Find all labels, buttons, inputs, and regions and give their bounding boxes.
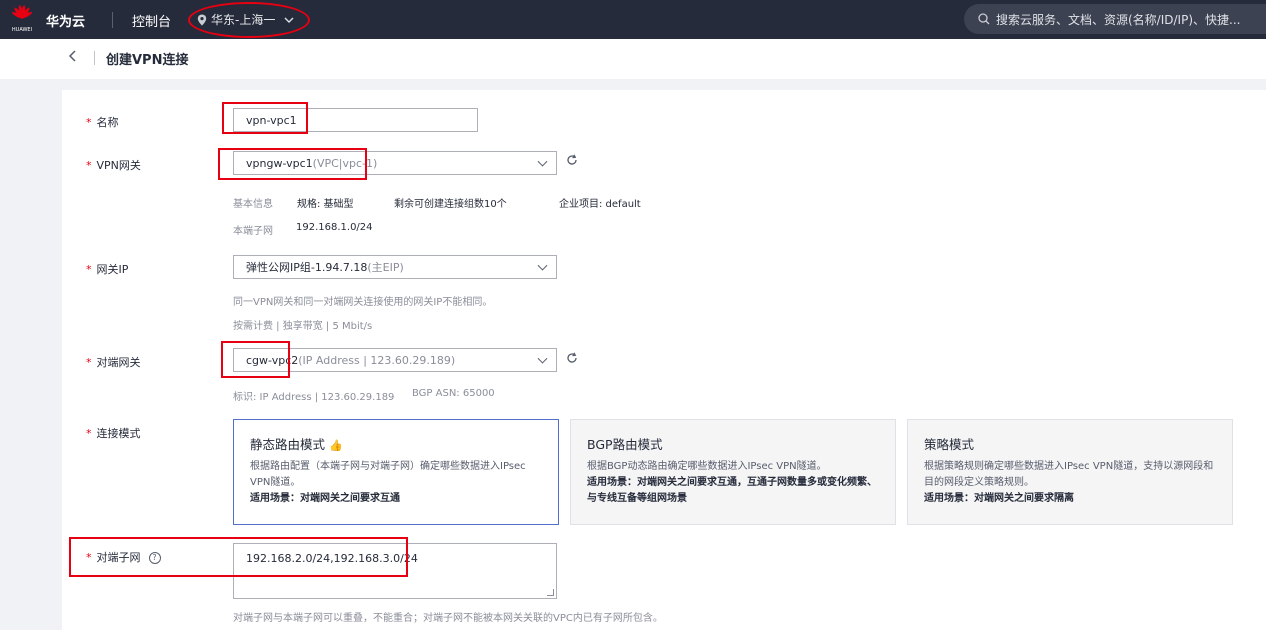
card-scenario: 适用场景：对端网关之间要求互通 [250, 493, 400, 504]
logo-text: HUAWEI [11, 27, 33, 33]
connection-mode-label: * 连接模式 [86, 427, 141, 440]
refresh-icon[interactable] [566, 352, 578, 368]
huawei-petals-icon [11, 5, 33, 19]
gateway-ip-label: * 网关IP [86, 263, 129, 276]
divider [112, 12, 113, 28]
page-title: 创建VPN连接 [106, 53, 189, 68]
gateway-ip-hint: 同一VPN网关和同一对端网关连接使用的网关IP不能相同。 [233, 297, 493, 308]
peer-identifier: 标识: IP Address | 123.60.29.189 [233, 392, 395, 403]
card-scenario: 适用场景：对端网关之间要求互通，互通子网数量多或变化频繁、与专线互备等组网场景 [587, 477, 877, 504]
card-title: 静态路由模式 👍 [250, 437, 343, 452]
name-label: * 名称 [86, 116, 119, 129]
annotation-box-name [222, 102, 308, 134]
top-navigation-bar: HUAWEI 华为云 控制台 华东-上海一 搜索云服务、文档、资源(名称/ID/… [0, 0, 1266, 39]
search-placeholder: 搜索云服务、文档、资源(名称/ID/IP)、快捷... [996, 12, 1241, 27]
peer-gateway-label: * 对端网关 [86, 356, 141, 369]
thumbs-up-icon: 👍 [329, 439, 343, 452]
chevron-down-icon [537, 156, 548, 167]
global-search-input[interactable]: 搜索云服务、文档、资源(名称/ID/IP)、快捷... [964, 4, 1266, 34]
chevron-down-icon [537, 353, 548, 364]
search-icon [978, 13, 990, 25]
gateway-ip-suffix: (主EIP) [367, 261, 404, 274]
spec-value: 规格: 基础型 [297, 199, 354, 210]
local-subnet-label: 本端子网 [233, 226, 273, 237]
remaining-connections: 剩余可创建连接组数10个 [394, 199, 507, 210]
gateway-ip-value: 弹性公网IP组-1.94.7.18 [246, 261, 368, 274]
enterprise-project: 企业项目: default [559, 199, 641, 210]
card-scenario: 适用场景：对端网关之间要求隔离 [924, 493, 1074, 504]
card-description: 根据策略规则确定哪些数据进入IPsec VPN隧道，支持以源网段和目的网段定义策… [924, 461, 1214, 488]
huawei-logo[interactable]: HUAWEI [8, 4, 36, 35]
annotation-region-oval [188, 2, 310, 38]
vpn-gateway-label: * VPN网关 [86, 159, 141, 172]
local-subnet-value: 192.168.1.0/24 [296, 222, 373, 233]
back-icon[interactable] [68, 49, 78, 67]
mode-card-static[interactable]: 静态路由模式 👍 根据路由配置（本端子网与对端子网）确定哪些数据进入IPsec V… [233, 419, 559, 525]
card-description: 根据BGP动态路由确定哪些数据进入IPsec VPN隧道。 [587, 461, 827, 472]
card-title: BGP路由模式 [587, 437, 663, 452]
resize-handle-icon[interactable] [547, 589, 554, 596]
brand-name[interactable]: 华为云 [46, 11, 85, 30]
card-description: 根据路由配置（本端子网与对端子网）确定哪些数据进入IPsec VPN隧道。 [250, 461, 526, 488]
page-header: 创建VPN连接 [0, 39, 1266, 79]
chevron-down-icon [537, 260, 548, 271]
divider [94, 51, 95, 65]
annotation-box-vpn-gateway [218, 148, 367, 180]
refresh-icon[interactable] [566, 154, 578, 170]
basic-info-label: 基本信息 [233, 199, 273, 210]
card-title: 策略模式 [924, 437, 975, 452]
gateway-ip-select[interactable]: 弹性公网IP组-1.94.7.18 (主EIP) [233, 255, 557, 279]
console-link[interactable]: 控制台 [132, 11, 171, 30]
peer-subnet-hint: 对端子网与本端子网可以重叠，不能重合；对端子网不能被本网关关联的VPC内已有子网… [233, 613, 663, 624]
billing-info: 按需计费 | 独享带宽 | 5 Mbit/s [233, 321, 373, 332]
mode-card-policy[interactable]: 策略模式 根据策略规则确定哪些数据进入IPsec VPN隧道，支持以源网段和目的… [907, 419, 1233, 525]
mode-card-bgp[interactable]: BGP路由模式 根据BGP动态路由确定哪些数据进入IPsec VPN隧道。 适用… [570, 419, 896, 525]
bgp-asn: BGP ASN: 65000 [412, 388, 495, 399]
annotation-box-peer-gateway [221, 341, 290, 378]
peer-gateway-suffix: (IP Address | 123.60.29.189) [298, 353, 456, 367]
annotation-box-peer-subnet [69, 537, 408, 577]
